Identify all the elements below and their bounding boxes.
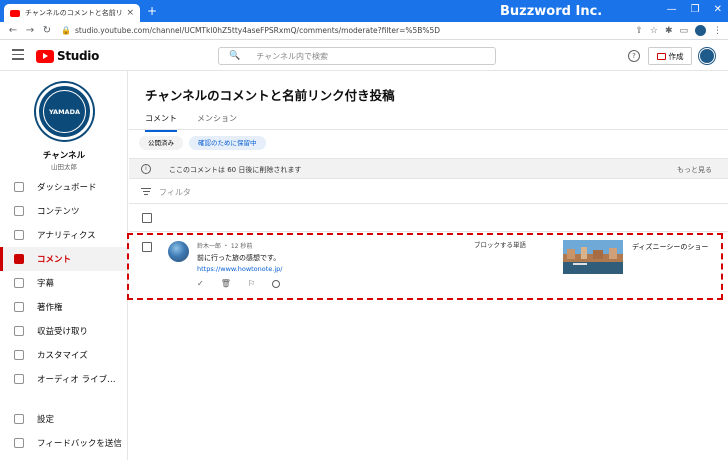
browser-menu-icon[interactable]: ⋮: [713, 26, 722, 36]
studio-header: Studio 🔍 チャンネル内で検索 ? 作成: [0, 41, 728, 71]
channel-title: チャンネル: [42, 151, 86, 161]
create-button-label: 作成: [668, 51, 684, 61]
browser-tab-bar: チャンネルのコメントと名前リンク付き × + Buzzword Inc. — ❐…: [0, 0, 728, 22]
brand-watermark: Buzzword Inc.: [500, 4, 603, 19]
sidebar-item-copyright[interactable]: 著作権: [0, 295, 128, 319]
bookmark-star-icon[interactable]: ☆: [650, 26, 658, 36]
browser-toolbar-icons: ⇪ ☆ ✱ ▭ ⋮: [635, 25, 722, 36]
hamburger-menu-icon[interactable]: [12, 49, 24, 63]
info-icon: i: [141, 164, 151, 174]
sidebar-item-analytics[interactable]: アナリティクス: [0, 223, 128, 247]
url-field[interactable]: 🔒 studio.youtube.com/channel/UCMTkl0hZ5t…: [61, 24, 635, 38]
search-input[interactable]: 🔍 チャンネル内で検索: [218, 47, 496, 65]
sidebar-item-label: コンテンツ: [37, 207, 80, 217]
chip-held-for-review[interactable]: 確認のために保留中: [189, 136, 266, 150]
copyright-icon: [14, 302, 24, 312]
search-placeholder: チャンネル内で検索: [256, 51, 328, 61]
create-button[interactable]: 作成: [648, 47, 692, 65]
tabs-divider: [129, 129, 728, 130]
video-camera-icon: [656, 52, 666, 60]
forward-button[interactable]: →: [23, 25, 37, 36]
studio-logo-text: Studio: [57, 49, 100, 63]
sidebar-item-label: 収益受け取り: [37, 327, 89, 337]
filter-icon: [141, 188, 151, 197]
url-text: studio.youtube.com/channel/UCMTkl0hZ5tty…: [74, 26, 441, 35]
analytics-icon: [14, 230, 24, 240]
dashboard-icon: [14, 182, 24, 192]
browser-tab-title: チャンネルのコメントと名前リンク付き: [25, 9, 123, 17]
profile-avatar[interactable]: [695, 25, 706, 36]
sidebar-nav: ダッシュボード コンテンツ アナリティクス コメント 字幕 著作権 収益受け取り: [0, 175, 128, 391]
search-icon: 🔍: [229, 51, 241, 61]
sidebar-item-feedback[interactable]: フィードバックを送信: [0, 431, 128, 455]
sidebar-item-dashboard[interactable]: ダッシュボード: [0, 175, 128, 199]
window-controls: — ❐ ✕: [667, 4, 722, 15]
reload-button[interactable]: ↻: [40, 25, 54, 36]
minimize-button[interactable]: —: [667, 4, 677, 15]
feedback-icon: [14, 438, 24, 448]
comments-icon: [14, 254, 24, 264]
sidebar-item-audio-library[interactable]: オーディオ ライブ…: [0, 367, 128, 391]
maximize-button[interactable]: ❐: [691, 4, 700, 15]
new-tab-button[interactable]: +: [147, 4, 157, 18]
learn-more-link[interactable]: もっと見る: [677, 165, 712, 175]
sidebar-item-settings[interactable]: 設定: [0, 407, 128, 431]
channel-avatar-text: YAMADA: [43, 90, 86, 133]
monetization-icon: [14, 326, 24, 336]
sidebar-item-label: 字幕: [37, 279, 55, 289]
youtube-play-icon: [36, 49, 54, 63]
sidebar-item-label: 著作権: [37, 303, 63, 313]
filter-placeholder: フィルタ: [159, 188, 191, 197]
sidebar-item-label: コメント: [37, 255, 72, 265]
sidebar-bottom-nav: 設定 フィードバックを送信: [0, 407, 128, 455]
lock-icon: 🔒: [61, 26, 71, 35]
page-title: チャンネルのコメントと名前リンク付き投稿: [145, 88, 395, 103]
back-button[interactable]: ←: [6, 25, 20, 36]
close-window-button[interactable]: ✕: [714, 4, 722, 15]
sidebar-item-subtitles[interactable]: 字幕: [0, 271, 128, 295]
sidebar-item-label: オーディオ ライブ…: [37, 375, 116, 385]
sidebar-item-content[interactable]: コンテンツ: [0, 199, 128, 223]
filter-bar[interactable]: フィルタ: [129, 180, 728, 204]
sidebar-item-label: 設定: [37, 415, 55, 425]
address-bar: ← → ↻ 🔒 studio.youtube.com/channel/UCMTk…: [0, 22, 728, 40]
studio-logo[interactable]: Studio: [36, 49, 99, 63]
channel-avatar[interactable]: YAMADA: [36, 83, 93, 140]
chip-published[interactable]: 公開済み: [139, 136, 183, 150]
sidebar-item-label: アナリティクス: [37, 231, 96, 241]
account-avatar[interactable]: [699, 48, 715, 64]
sidebar-item-customize[interactable]: カスタマイズ: [0, 343, 128, 367]
highlight-frame: [127, 233, 723, 300]
sidebar-item-label: ダッシュボード: [37, 183, 97, 193]
side-panel-icon[interactable]: ▭: [679, 26, 688, 36]
help-icon[interactable]: ?: [628, 50, 640, 62]
filter-chips: 公開済み 確認のために保留中: [139, 136, 266, 150]
sidebar-item-label: カスタマイズ: [37, 351, 88, 361]
tab-close-icon[interactable]: ×: [126, 8, 134, 18]
sidebar-item-label: フィードバックを送信: [37, 439, 122, 449]
retention-notice: i ここのコメントは 60 日後に削除されます もっと見る: [129, 158, 728, 179]
browser-tab[interactable]: チャンネルのコメントと名前リンク付き ×: [4, 4, 140, 22]
extensions-icon[interactable]: ✱: [665, 26, 673, 36]
settings-icon: [14, 414, 24, 424]
customize-icon: [14, 350, 24, 360]
select-all-checkbox[interactable]: [142, 213, 152, 223]
youtube-favicon-icon: [10, 9, 20, 17]
subtitles-icon: [14, 278, 24, 288]
sidebar-item-comments[interactable]: コメント: [0, 247, 128, 271]
audio-library-icon: [14, 374, 24, 384]
content-icon: [14, 206, 24, 216]
notice-text: ここのコメントは 60 日後に削除されます: [169, 166, 302, 174]
sidebar: YAMADA チャンネル 山田太郎 ダッシュボード コンテンツ アナリティクス …: [0, 71, 128, 460]
channel-name: 山田太郎: [51, 163, 77, 171]
share-icon[interactable]: ⇪: [635, 26, 643, 36]
sidebar-item-monetization[interactable]: 収益受け取り: [0, 319, 128, 343]
